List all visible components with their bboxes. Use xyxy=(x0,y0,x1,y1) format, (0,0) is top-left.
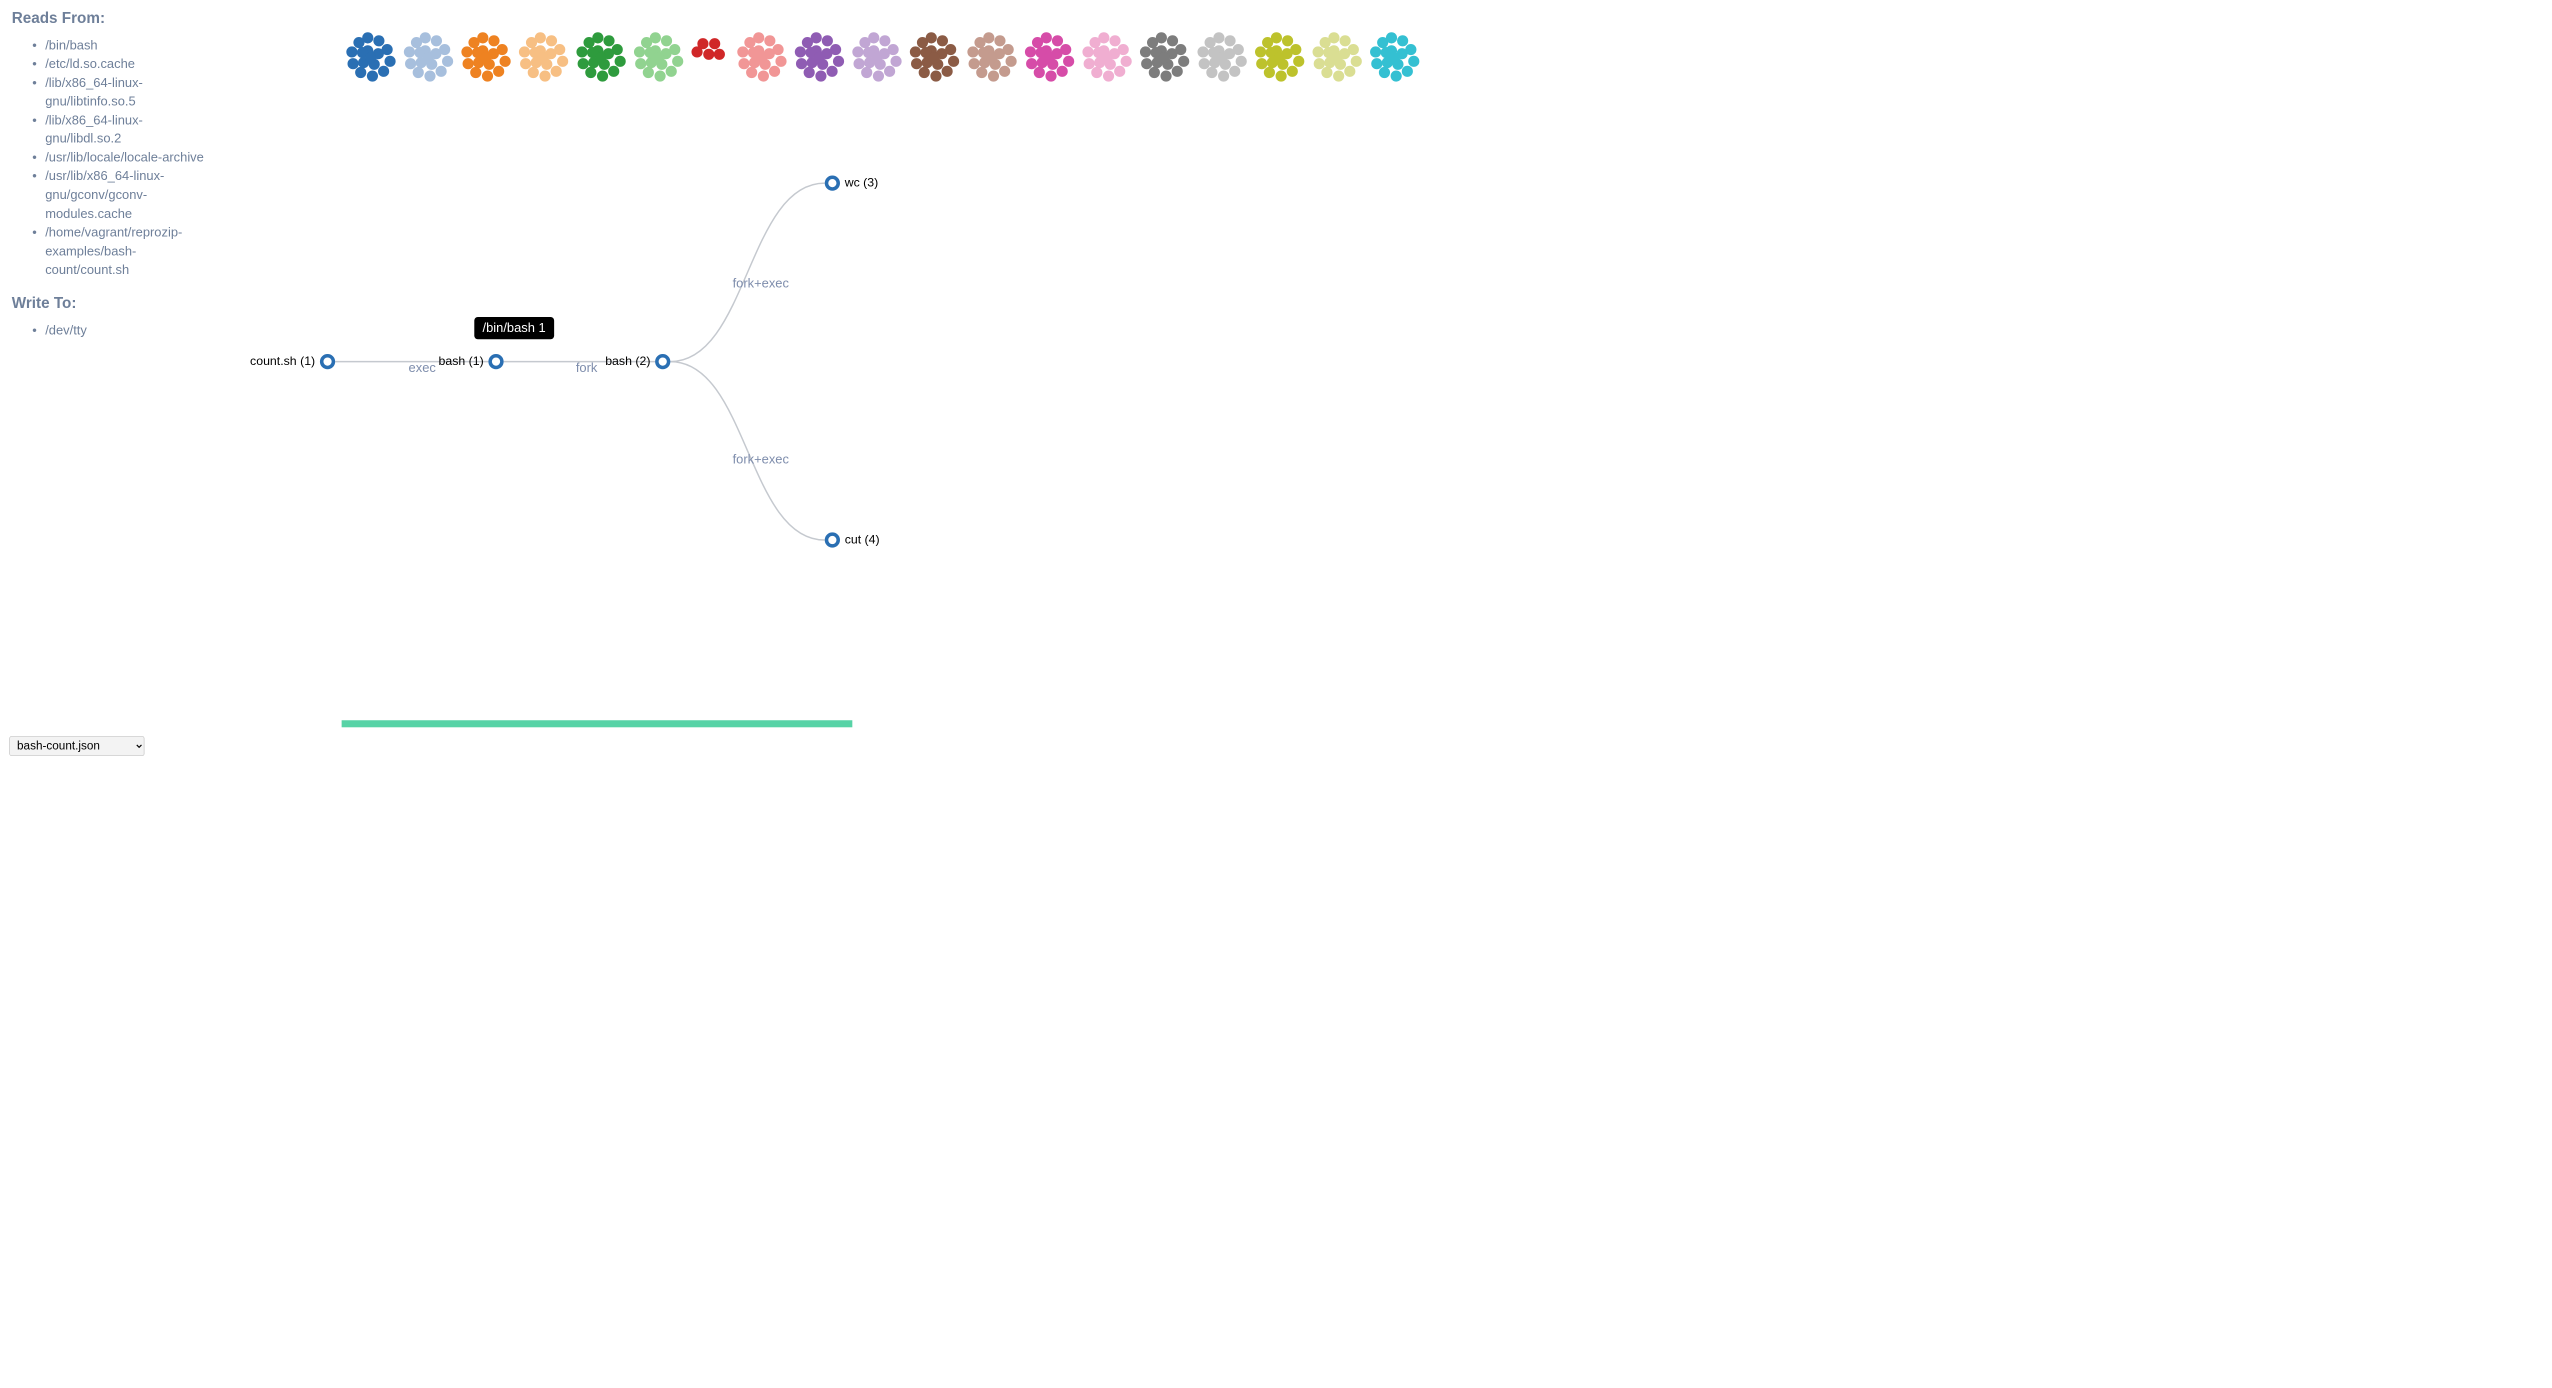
node-circle[interactable] xyxy=(825,176,840,191)
edge-label: fork xyxy=(576,360,598,375)
reads-item: /bin/bash xyxy=(32,36,211,55)
palette-swatch[interactable] xyxy=(967,32,1010,75)
palette-swatch[interactable] xyxy=(737,32,780,75)
node-label: bash (1) xyxy=(438,355,483,369)
writes-to-heading: Write To: xyxy=(12,294,212,312)
process-node-count_sh[interactable]: count.sh (1) xyxy=(250,354,335,369)
palette-swatch[interactable] xyxy=(1140,32,1183,75)
palette-swatch[interactable] xyxy=(795,32,838,75)
node-label: cut (4) xyxy=(845,533,880,547)
process-node-bash_2[interactable]: bash (2) xyxy=(605,354,670,369)
palette-swatch[interactable] xyxy=(461,32,504,75)
reads-item: /home/vagrant/reprozip-examples/bash-cou… xyxy=(32,223,211,279)
palette-swatch[interactable] xyxy=(910,32,953,75)
palette-swatch[interactable] xyxy=(1197,32,1240,75)
reads-item: /usr/lib/locale/locale-archive xyxy=(32,148,211,167)
reads-item: /lib/x86_64-linux-gnu/libdl.so.2 xyxy=(32,111,211,148)
palette-swatch[interactable] xyxy=(1313,32,1356,75)
process-graph: count.sh (1) bash (1) bash (2) wc (3) cut (4… xyxy=(0,0,1498,815)
node-label: wc (3) xyxy=(845,176,879,190)
writes-item: /dev/tty xyxy=(32,321,211,340)
process-node-wc_3[interactable]: wc (3) xyxy=(825,176,879,191)
writes-list: /dev/tty xyxy=(12,321,212,340)
palette-swatch[interactable] xyxy=(1082,32,1125,75)
node-label: count.sh (1) xyxy=(250,355,315,369)
node-circle[interactable] xyxy=(488,354,503,369)
reads-item: /usr/lib/x86_64-linux-gnu/gconv/gconv-mo… xyxy=(32,167,211,223)
edge-label: fork+exec xyxy=(733,452,789,467)
palette-swatch[interactable] xyxy=(634,32,677,75)
process-node-cut_4[interactable]: cut (4) xyxy=(825,532,880,547)
palette-swatch[interactable] xyxy=(1025,32,1068,75)
reads-item: /etc/ld.so.cache xyxy=(32,55,211,74)
node-circle[interactable] xyxy=(825,532,840,547)
palette-swatch[interactable] xyxy=(691,32,723,75)
reads-item: /lib/x86_64-linux-gnu/libtinfo.so.5 xyxy=(32,73,211,110)
reads-from-heading: Reads From: xyxy=(12,9,212,27)
sidebar: Reads From: /bin/bash /etc/ld.so.cache /… xyxy=(12,9,212,354)
timeline-slider[interactable] xyxy=(342,720,853,727)
process-node-bash_1[interactable]: bash (1) xyxy=(438,354,503,369)
node-circle[interactable] xyxy=(655,354,670,369)
edge-label: exec xyxy=(409,360,436,375)
palette-swatch[interactable] xyxy=(576,32,619,75)
reads-list: /bin/bash /etc/ld.so.cache /lib/x86_64-l… xyxy=(12,36,212,279)
file-select[interactable]: bash-count.json xyxy=(9,736,144,756)
palette-swatch[interactable] xyxy=(1255,32,1298,75)
palette-swatch[interactable] xyxy=(346,32,389,75)
edge-label: fork+exec xyxy=(733,276,789,291)
palette-swatch[interactable] xyxy=(519,32,562,75)
node-label: bash (2) xyxy=(605,355,650,369)
node-circle[interactable] xyxy=(320,354,335,369)
palette-swatch[interactable] xyxy=(404,32,447,75)
palette-swatch[interactable] xyxy=(852,32,895,75)
node-tooltip: /bin/bash 1 xyxy=(474,317,554,339)
graph-edges xyxy=(0,0,1498,815)
color-palette xyxy=(346,32,1413,75)
palette-swatch[interactable] xyxy=(1370,32,1413,75)
